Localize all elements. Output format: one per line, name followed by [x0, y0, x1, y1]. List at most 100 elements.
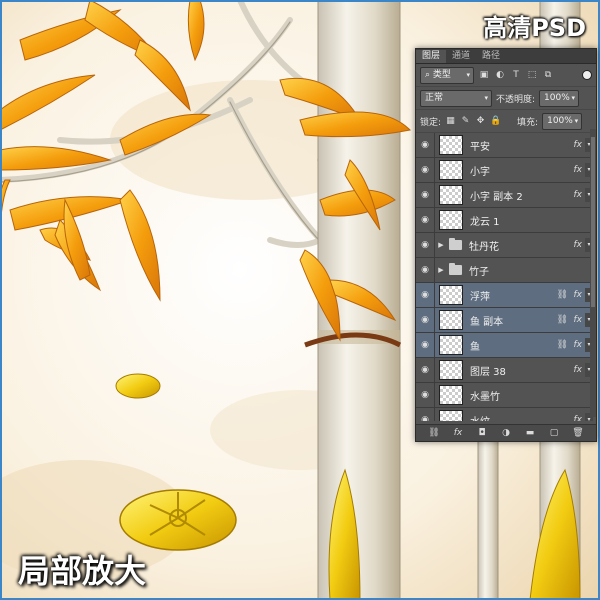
panel-tabs: 图层 通道 路径: [416, 49, 596, 64]
opacity-input[interactable]: 100% ▾: [539, 89, 580, 107]
opacity-value: 100%: [544, 92, 570, 103]
visibility-eye-icon[interactable]: ◉: [416, 383, 435, 407]
layer-thumbnail: [439, 310, 463, 330]
visibility-eye-icon[interactable]: ◉: [416, 233, 435, 257]
layer-thumbnail: [439, 360, 463, 380]
layer-row[interactable]: ◉ 小字 副本 2 fx ▾: [416, 183, 596, 208]
visibility-eye-icon[interactable]: ◉: [416, 408, 435, 421]
layer-filter-select[interactable]: ⌕ 类型 ▾: [420, 66, 474, 84]
fill-label: 填充:: [517, 117, 539, 128]
lock-image-icon[interactable]: ✎: [460, 116, 471, 127]
chevron-down-icon: ▾: [571, 93, 576, 102]
layer-effects-icon[interactable]: fx: [574, 165, 583, 175]
add-mask-icon[interactable]: ◘: [476, 428, 488, 438]
adjustment-layer-icon[interactable]: ◑: [500, 428, 512, 438]
layer-thumbnail: [439, 185, 463, 205]
visibility-eye-icon[interactable]: ◉: [416, 208, 435, 232]
fill-value: 100%: [547, 115, 573, 126]
new-layer-icon[interactable]: ▢: [548, 428, 560, 438]
layer-row[interactable]: ◉ 水墨竹: [416, 383, 596, 408]
visibility-eye-icon[interactable]: ◉: [416, 158, 435, 182]
blend-mode-select[interactable]: 正常 ▾: [420, 89, 492, 107]
group-expand-icon[interactable]: ▶: [435, 241, 447, 249]
layer-row[interactable]: ◉ 小字 fx ▾: [416, 158, 596, 183]
layer-name: 牡丹花: [469, 241, 499, 253]
layer-effects-icon[interactable]: fx: [574, 190, 583, 200]
shape-filter-icon[interactable]: ⬚: [526, 70, 538, 81]
lock-label: 锁定:: [420, 117, 442, 128]
lock-transparent-icon[interactable]: ▦: [445, 116, 456, 127]
layer-row[interactable]: ◉ 龙云 1: [416, 208, 596, 233]
layer-thumbnail: [439, 335, 463, 355]
layer-effects-icon[interactable]: fx: [574, 315, 583, 325]
folder-icon: [449, 263, 462, 275]
visibility-eye-icon[interactable]: ◉: [416, 283, 435, 307]
search-icon: ⌕: [425, 69, 431, 80]
layer-row[interactable]: ◉ 鱼 副本 ⛓ fx ▾: [416, 308, 596, 333]
scrollbar-thumb[interactable]: [591, 137, 595, 307]
lock-position-icon[interactable]: ✥: [475, 116, 486, 127]
layer-row[interactable]: ◉ 浮萍 ⛓ fx ▾: [416, 283, 596, 308]
adjustment-filter-icon[interactable]: ◐: [494, 70, 506, 81]
layer-effects-icon[interactable]: fx: [574, 140, 583, 150]
blend-row: 正常 ▾ 不透明度: 100% ▾: [416, 87, 596, 110]
layer-row[interactable]: ◉ 图层 38 fx ▾: [416, 358, 596, 383]
visibility-eye-icon[interactable]: ◉: [416, 333, 435, 357]
layer-thumbnail: [439, 285, 463, 305]
layer-thumbnail: [439, 135, 463, 155]
layer-thumbnail: [439, 385, 463, 405]
tab-layers[interactable]: 图层: [416, 50, 447, 63]
layer-row[interactable]: ◉ 鱼 ⛓ fx ▾: [416, 333, 596, 358]
layer-effects-icon[interactable]: fx: [574, 340, 583, 350]
blend-mode-value: 正常: [425, 92, 444, 103]
tab-paths[interactable]: 路径: [476, 50, 506, 63]
fx-icon[interactable]: fx: [452, 428, 464, 438]
layer-name: 小字: [470, 166, 490, 178]
layer-effects-icon[interactable]: fx: [574, 415, 583, 421]
layer-name: 水纹: [470, 413, 490, 422]
link-layers-icon[interactable]: ⛓: [428, 428, 440, 438]
layer-effects-icon[interactable]: fx: [574, 240, 583, 250]
filter-toggle[interactable]: [582, 70, 592, 80]
layer-row[interactable]: ◉ ▶ 牡丹花 fx ▾: [416, 233, 596, 258]
layer-effects-icon[interactable]: fx: [574, 365, 583, 375]
link-icon: ⛓: [556, 315, 568, 325]
layer-effects-icon[interactable]: fx: [574, 290, 583, 300]
visibility-eye-icon[interactable]: ◉: [416, 358, 435, 382]
folder-icon: [449, 238, 462, 250]
chevron-down-icon: ▾: [574, 116, 579, 125]
type-filter-icon[interactable]: T: [510, 70, 522, 81]
tab-channels[interactable]: 通道: [446, 50, 476, 63]
filter-type-label: 类型: [432, 69, 451, 80]
layer-name: 鱼: [470, 341, 480, 353]
link-icon: ⛓: [556, 290, 568, 300]
smart-object-filter-icon[interactable]: ⧉: [542, 70, 554, 81]
layer-name: 鱼 副本: [470, 316, 504, 328]
layer-row[interactable]: ◉水纹fx▾: [416, 408, 596, 421]
layers-list: ◉ 平安 fx ▾ ◉ 小字 fx ▾ ◉ 小字 副本 2 fx ▾ ◉ 龙云 1 ◉ ▶ 牡丹花 fx ▾ ◉ ▶ 竹子…: [416, 133, 596, 421]
visibility-eye-icon[interactable]: ◉: [416, 183, 435, 207]
layer-name: 水墨竹: [470, 391, 500, 403]
visibility-eye-icon[interactable]: ◉: [416, 133, 435, 157]
layer-name: 竹子: [469, 266, 489, 278]
layer-row[interactable]: ◉ ▶ 竹子: [416, 258, 596, 283]
trash-icon[interactable]: 🗑: [572, 428, 584, 438]
visibility-eye-icon[interactable]: ◉: [416, 308, 435, 332]
layer-thumbnail: [439, 210, 463, 230]
lock-row: 锁定: ▦ ✎ ✥ 🔒 填充: 100% ▾: [416, 110, 596, 133]
visibility-eye-icon[interactable]: ◉: [416, 258, 435, 282]
lock-all-icon[interactable]: 🔒: [490, 116, 501, 127]
layer-name: 龙云 1: [470, 216, 500, 228]
link-icon: ⛓: [556, 340, 568, 350]
layers-scrollbar[interactable]: [590, 129, 596, 417]
new-group-icon[interactable]: ▬: [524, 428, 536, 438]
layers-panel: 图层 通道 路径 ⌕ 类型 ▾ ▣ ◐ T ⬚ ⧉ 正常 ▾ 不透明度: 100…: [415, 48, 597, 442]
group-expand-icon[interactable]: ▶: [435, 266, 447, 274]
layer-name: 浮萍: [470, 291, 490, 303]
panel-footer: ⛓ fx ◘ ◑ ▬ ▢ 🗑: [416, 424, 596, 441]
pixel-filter-icon[interactable]: ▣: [478, 70, 490, 81]
layer-thumbnail: [439, 160, 463, 180]
layer-row[interactable]: ◉ 平安 fx ▾: [416, 133, 596, 158]
fill-input[interactable]: 100% ▾: [542, 112, 583, 130]
layer-name: 图层 38: [470, 366, 506, 378]
